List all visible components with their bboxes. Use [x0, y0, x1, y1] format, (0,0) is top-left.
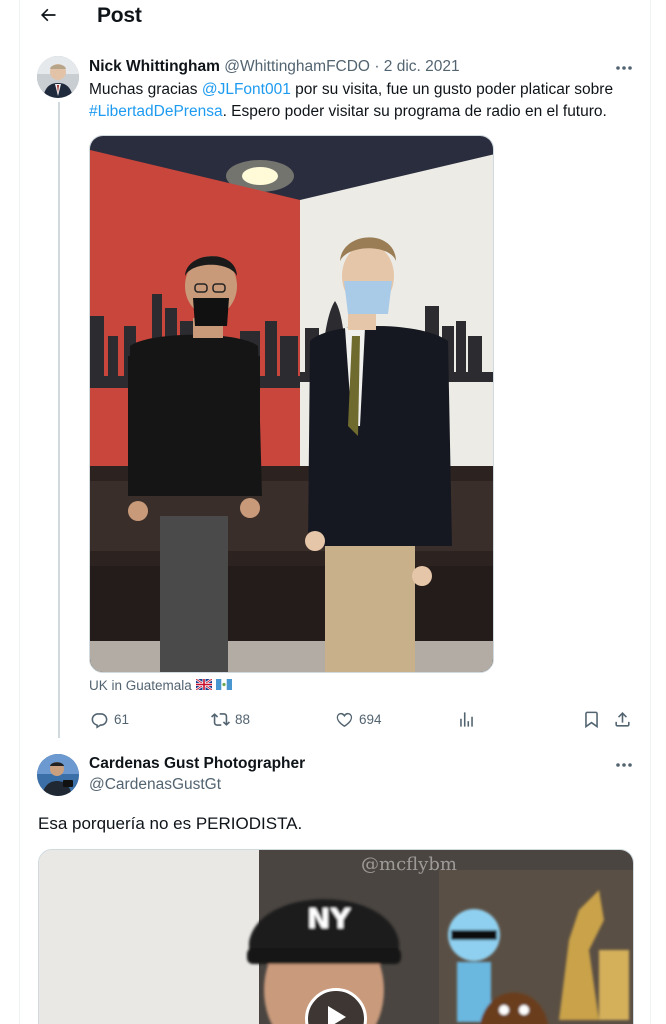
share-icon	[613, 710, 632, 729]
more-options-button[interactable]	[612, 755, 636, 773]
svg-text:NY: NY	[307, 902, 351, 935]
repost-count: 88	[235, 711, 251, 727]
uk-flag-icon	[195, 678, 213, 693]
avatar[interactable]	[37, 754, 79, 796]
like-button[interactable]: 694	[335, 706, 382, 732]
views-icon	[457, 710, 476, 729]
views-button[interactable]	[457, 706, 476, 732]
post-header: Post	[20, 0, 652, 34]
tweet-text-part: Muchas gracias	[89, 81, 202, 98]
author-name-line: Cardenas Gust Photographer	[89, 755, 305, 773]
tweet-text-part: por su visita, fue un gusto poder platic…	[290, 81, 614, 98]
page-title: Post	[97, 4, 142, 27]
mention-link[interactable]: @JLFont001	[202, 81, 291, 98]
source-label: UK in Guatemala	[89, 678, 192, 693]
video-watermark: @mcflybm	[361, 854, 457, 875]
more-icon	[615, 58, 633, 76]
repost-button[interactable]: 88	[211, 706, 250, 732]
author-handle[interactable]: @CardenasGustGt	[89, 776, 221, 793]
tweet-text-part: . Espero poder visitar su programa de ra…	[222, 103, 607, 120]
back-button[interactable]	[36, 6, 60, 28]
hashtag-link[interactable]: #LibertadDePrensa	[89, 103, 223, 120]
photo-two-men	[90, 136, 493, 672]
more-options-button[interactable]	[612, 58, 636, 76]
thread-line	[58, 102, 60, 738]
reply-button[interactable]: 61	[90, 706, 129, 732]
bookmark-icon	[582, 710, 601, 729]
reply-count: 61	[114, 711, 130, 727]
tweet-text: Muchas gracias @JLFont001 por su visita,…	[89, 79, 649, 123]
tweet-text: Esa porquería no es PERIODISTA.	[38, 814, 303, 833]
play-icon	[325, 1005, 347, 1024]
author-name[interactable]: Nick Whittingham	[89, 58, 220, 75]
arrow-left-icon	[38, 5, 58, 30]
tweet-author-line: Nick Whittingham @WhittinghamFCDO · 2 di…	[89, 58, 460, 76]
tweet-source[interactable]: UK in Guatemala	[89, 678, 232, 693]
author-name[interactable]: Cardenas Gust Photographer	[89, 755, 305, 772]
separator-dot: ·	[374, 58, 380, 75]
more-icon	[615, 755, 633, 773]
author-handle-line: @CardenasGustGt	[89, 776, 221, 794]
like-count: 694	[359, 711, 382, 727]
author-handle[interactable]: @WhittinghamFCDO	[224, 58, 370, 75]
post-column: Post Nick Whittingham @WhittinghamFCDO ·…	[19, 0, 651, 1024]
repost-icon	[211, 710, 230, 729]
share-button[interactable]	[613, 706, 632, 732]
bookmark-button[interactable]	[582, 706, 601, 732]
avatar[interactable]	[37, 56, 79, 98]
reply-icon	[90, 710, 109, 729]
tweet-video[interactable]: NY @mcflybm	[38, 849, 634, 1024]
tweet-photo[interactable]	[89, 135, 494, 673]
like-icon	[335, 710, 354, 729]
tweet-actions: 61 88 694	[90, 706, 636, 732]
guatemala-flag-icon	[215, 678, 232, 693]
post-date[interactable]: 2 dic. 2021	[384, 58, 460, 75]
